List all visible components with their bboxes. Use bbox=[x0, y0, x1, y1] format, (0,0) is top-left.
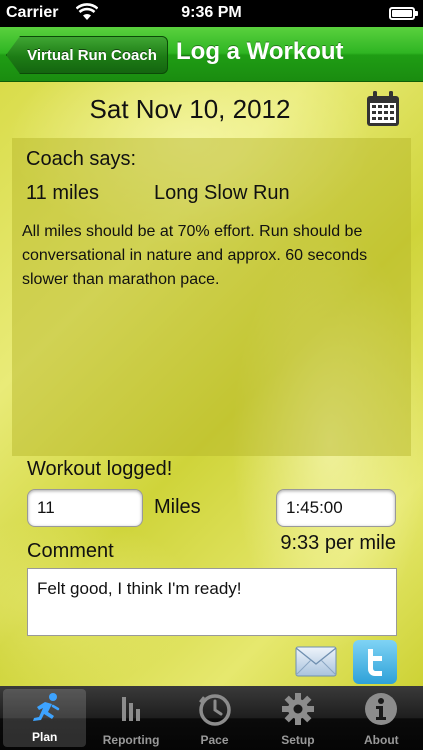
tab-about-label: About bbox=[364, 733, 399, 747]
status-bar: Carrier 9:36 PM bbox=[0, 0, 423, 27]
twitter-icon[interactable] bbox=[353, 640, 397, 684]
tab-plan-label: Plan bbox=[32, 730, 58, 744]
tab-pace[interactable]: Pace bbox=[173, 686, 256, 750]
tab-plan[interactable]: Plan bbox=[3, 689, 87, 747]
coach-run-type: Long Slow Run bbox=[154, 182, 290, 204]
coach-description: All miles should be at 70% effort. Run s… bbox=[22, 223, 368, 288]
tab-about[interactable]: About bbox=[340, 686, 423, 750]
main-content: Sat Nov 10, 2012 Coach says: 11 miles Lo… bbox=[0, 82, 423, 686]
tab-pace-label: Pace bbox=[200, 733, 229, 747]
battery-icon bbox=[389, 7, 418, 20]
bar-chart-icon bbox=[122, 697, 141, 721]
stopwatch-icon bbox=[198, 694, 231, 726]
gear-icon bbox=[281, 693, 314, 725]
time-input[interactable]: 1:45:00 bbox=[276, 489, 396, 527]
tab-bar: Plan Reporting Pace Setup About bbox=[0, 686, 423, 750]
runner-icon bbox=[32, 693, 59, 721]
email-icon[interactable] bbox=[295, 644, 337, 678]
tab-reporting-label: Reporting bbox=[102, 733, 160, 747]
status-time: 9:36 PM bbox=[181, 4, 242, 21]
tab-setup[interactable]: Setup bbox=[256, 686, 339, 750]
workout-logged-label: Workout logged! bbox=[27, 458, 173, 480]
comment-field[interactable]: Felt good, I think I'm ready! bbox=[27, 568, 397, 636]
back-button[interactable]: Virtual Run Coach bbox=[6, 36, 168, 74]
nav-bar: Virtual Run Coach Log a Workout bbox=[0, 27, 423, 82]
page-title: Log a Workout bbox=[176, 38, 344, 65]
pace-label: 9:33 per mile bbox=[280, 532, 396, 554]
coach-miles: 11 miles bbox=[26, 182, 99, 204]
tab-setup-label: Setup bbox=[281, 733, 315, 747]
miles-input[interactable]: 11 bbox=[27, 489, 143, 527]
miles-unit-label: Miles bbox=[154, 496, 201, 518]
tab-reporting[interactable]: Reporting bbox=[89, 686, 172, 750]
calendar-icon[interactable] bbox=[366, 91, 400, 127]
coach-panel: Coach says: 11 miles Long Slow Run All m… bbox=[12, 138, 411, 456]
coach-heading: Coach says: bbox=[26, 148, 137, 170]
comment-label: Comment bbox=[27, 540, 114, 562]
info-icon bbox=[365, 693, 398, 725]
workout-date: Sat Nov 10, 2012 bbox=[89, 94, 291, 124]
